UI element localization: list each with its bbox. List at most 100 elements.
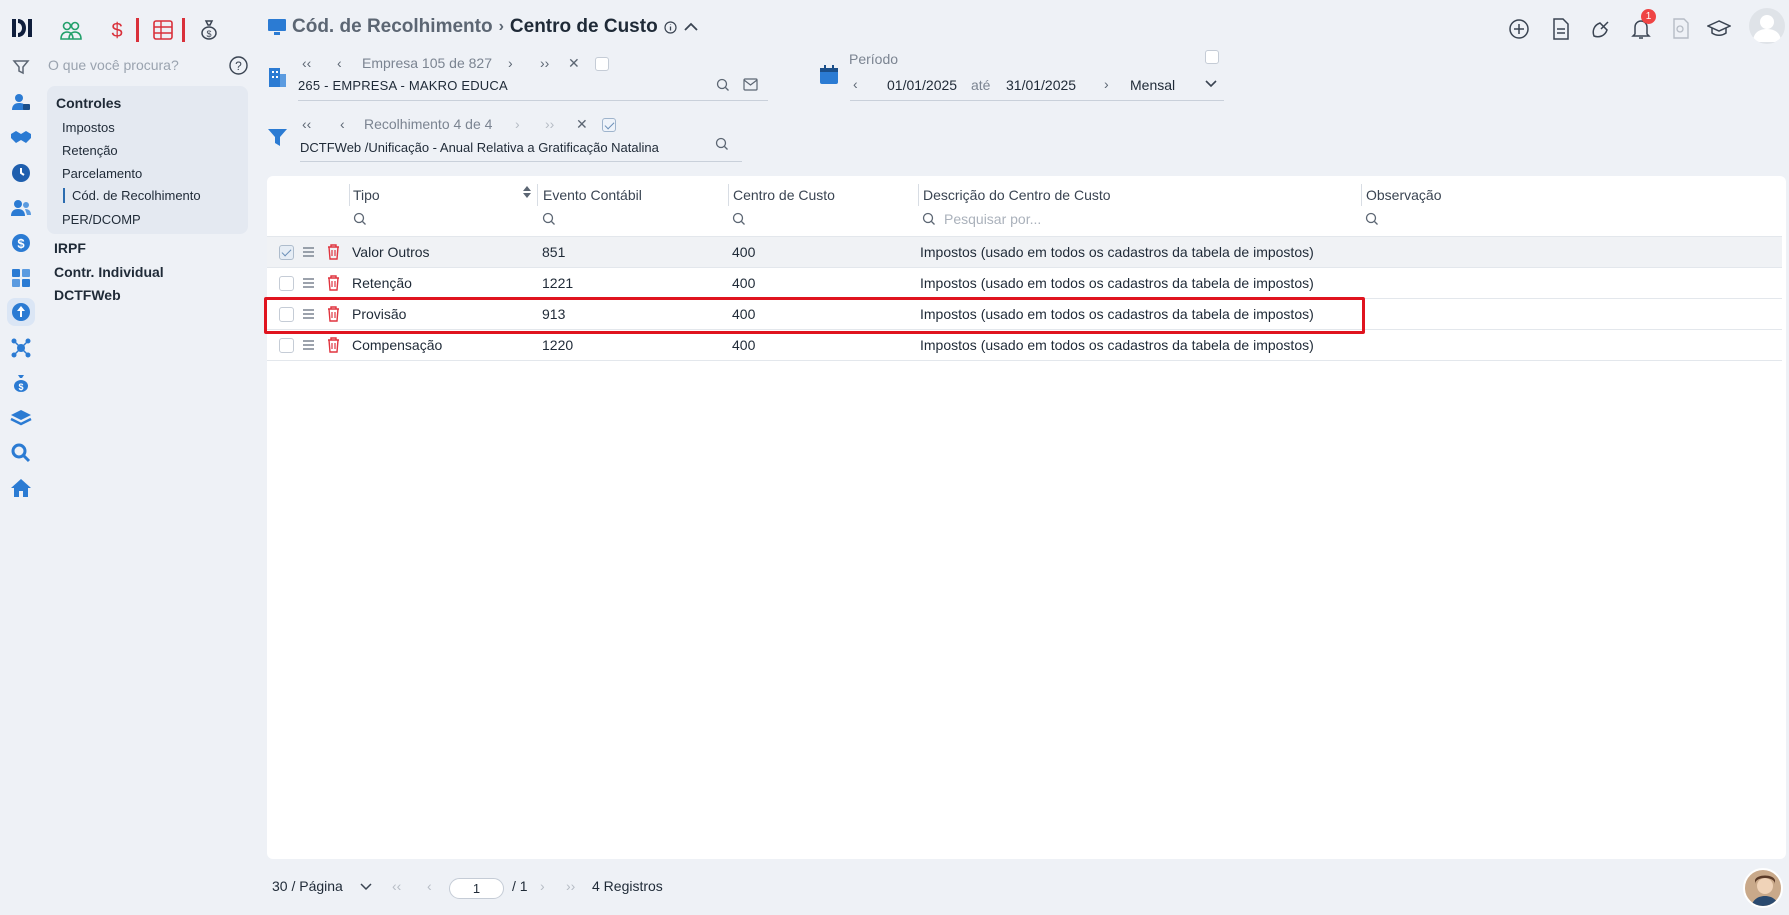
first-page-button[interactable]: ‹‹: [392, 878, 401, 894]
table-row[interactable]: Compensação 1220 400 Impostos (usado em tod…: [267, 330, 1782, 361]
sidebar-item-impostos[interactable]: Impostos: [62, 120, 115, 135]
collapse-chevron-icon[interactable]: [683, 21, 699, 33]
users-module-icon[interactable]: [59, 18, 83, 42]
recolhimento-prev-button[interactable]: ‹: [340, 116, 345, 132]
info-icon[interactable]: [664, 20, 677, 34]
sidebar-item-cod-recolhimento[interactable]: Cód. de Recolhimento: [63, 188, 201, 203]
document-icon[interactable]: [1548, 16, 1574, 42]
row-checkbox[interactable]: [279, 245, 294, 260]
periodo-prev-button[interactable]: ‹: [853, 76, 858, 92]
sidebar-item-perdcomp[interactable]: PER/DCOMP: [62, 212, 141, 227]
recolhimento-next-button[interactable]: ›: [515, 116, 520, 132]
user-avatar[interactable]: [1749, 8, 1785, 44]
column-header-evento[interactable]: Evento Contábil: [543, 187, 642, 203]
recolhimento-field[interactable]: DCTFWeb /Unificação - Anual Relativa a G…: [300, 140, 659, 155]
periodo-start-input[interactable]: 01/01/2025: [887, 77, 957, 93]
column-header-centro[interactable]: Centro de Custo: [733, 187, 835, 203]
money-bag-icon[interactable]: $: [10, 372, 32, 394]
handshake-icon[interactable]: [10, 126, 32, 148]
drag-handle-icon[interactable]: [302, 246, 315, 258]
sidebar-item-irpf[interactable]: IRPF: [54, 240, 86, 256]
dollar-module-icon[interactable]: $: [105, 18, 129, 42]
report-search-icon[interactable]: [1668, 16, 1694, 42]
trash-icon[interactable]: [327, 275, 340, 291]
sort-icon[interactable]: [522, 184, 532, 200]
trash-icon[interactable]: [327, 337, 340, 353]
drag-handle-icon[interactable]: [302, 277, 315, 289]
periodo-checkbox[interactable]: [1205, 50, 1219, 64]
observacao-filter-search-icon[interactable]: [1365, 212, 1379, 226]
empresa-checkbox[interactable]: [595, 57, 609, 71]
dollar-circle-icon[interactable]: $: [10, 232, 32, 254]
page-number-input[interactable]: 1: [449, 878, 504, 899]
sidebar-search-input[interactable]: O que você procura?: [48, 57, 179, 73]
search-doc-icon[interactable]: [10, 442, 32, 464]
frequency-chevron-down-icon[interactable]: [1204, 79, 1218, 89]
table-row[interactable]: Valor Outros 851 400 Impostos (usado em tod…: [267, 237, 1782, 268]
graduation-cap-icon[interactable]: [1706, 16, 1732, 42]
recolhimento-clear-button[interactable]: ✕: [576, 116, 588, 133]
periodo-end-input[interactable]: 31/01/2025: [1006, 77, 1076, 93]
empresa-search-icon[interactable]: [716, 78, 730, 92]
users-icon[interactable]: [10, 197, 32, 219]
empresa-first-button[interactable]: ‹‹: [302, 55, 311, 71]
breadcrumb-parent[interactable]: Cód. de Recolhimento: [292, 16, 493, 38]
money-bag-module-icon[interactable]: $: [197, 18, 221, 42]
person-money-icon[interactable]: [10, 91, 32, 113]
sidebar-item-retencao[interactable]: Retenção: [62, 143, 118, 158]
layers-icon[interactable]: [10, 407, 32, 429]
cell-evento: 851: [542, 244, 566, 260]
recolhimento-checkbox[interactable]: [602, 118, 616, 132]
page-size-chevron-down-icon[interactable]: [360, 883, 372, 891]
evento-filter-search-icon[interactable]: [542, 212, 556, 226]
satellite-icon[interactable]: [1588, 16, 1614, 42]
centro-filter-search-icon[interactable]: [732, 212, 746, 226]
column-header-descricao[interactable]: Descrição do Centro de Custo: [923, 187, 1111, 203]
row-checkbox[interactable]: [279, 276, 294, 291]
sidebar-item-parcelamento[interactable]: Parcelamento: [62, 166, 142, 181]
network-icon[interactable]: [10, 337, 32, 359]
column-header-tipo[interactable]: Tipo: [353, 187, 380, 203]
recolhimento-search-icon[interactable]: [715, 137, 729, 151]
row-checkbox[interactable]: [279, 338, 294, 353]
table-row[interactable]: Provisão 913 400 Impostos (usado em todos o…: [267, 299, 1782, 330]
help-icon[interactable]: ?: [229, 56, 248, 75]
recolhimento-first-button[interactable]: ‹‹: [302, 116, 311, 132]
periodo-next-button[interactable]: ›: [1104, 76, 1109, 92]
column-header-observacao[interactable]: Observação: [1366, 187, 1441, 203]
prev-page-button[interactable]: ‹: [427, 878, 432, 894]
page-size-select[interactable]: 30 / Página: [272, 878, 343, 894]
empresa-last-button[interactable]: ››: [540, 55, 549, 71]
empresa-field[interactable]: 265 - EMPRESA - MAKRO EDUCA: [298, 78, 508, 93]
sidebar-item-contr-individual[interactable]: Contr. Individual: [54, 264, 164, 280]
support-avatar[interactable]: [1743, 868, 1783, 908]
periodo-label: Período: [849, 51, 899, 67]
empresa-clear-button[interactable]: ✕: [568, 55, 580, 72]
descricao-filter-search-icon[interactable]: [922, 212, 936, 226]
drag-handle-icon[interactable]: [302, 339, 315, 351]
add-circle-icon[interactable]: [1506, 16, 1532, 42]
filter-icon[interactable]: [10, 56, 32, 78]
email-icon[interactable]: [743, 78, 758, 91]
table-row[interactable]: Retenção 1221 400 Impostos (usado em todos …: [267, 268, 1782, 299]
tax-upload-icon[interactable]: [7, 298, 35, 326]
next-page-button[interactable]: ›: [540, 878, 545, 894]
controls-menu: Controles Impostos Retenção Parcelamento…: [47, 86, 248, 234]
app-logo[interactable]: [9, 15, 35, 41]
recolhimento-last-button[interactable]: ››: [545, 116, 554, 132]
trash-icon[interactable]: [327, 306, 340, 322]
tipo-filter-search-icon[interactable]: [353, 212, 367, 226]
row-checkbox[interactable]: [279, 307, 294, 322]
descricao-filter-input[interactable]: Pesquisar por...: [944, 211, 1041, 227]
home-icon[interactable]: [10, 477, 32, 499]
frequency-select[interactable]: Mensal: [1130, 77, 1175, 93]
empresa-prev-button[interactable]: ‹: [337, 55, 342, 71]
sidebar-item-dctfweb[interactable]: DCTFWeb: [54, 287, 121, 303]
drag-handle-icon[interactable]: [302, 308, 315, 320]
last-page-button[interactable]: ››: [566, 878, 575, 894]
empresa-next-button[interactable]: ›: [508, 55, 513, 71]
spreadsheet-module-icon[interactable]: [151, 18, 175, 42]
trash-icon[interactable]: [327, 244, 340, 260]
clock-icon[interactable]: [10, 162, 32, 184]
calculator-icon[interactable]: [10, 267, 32, 289]
